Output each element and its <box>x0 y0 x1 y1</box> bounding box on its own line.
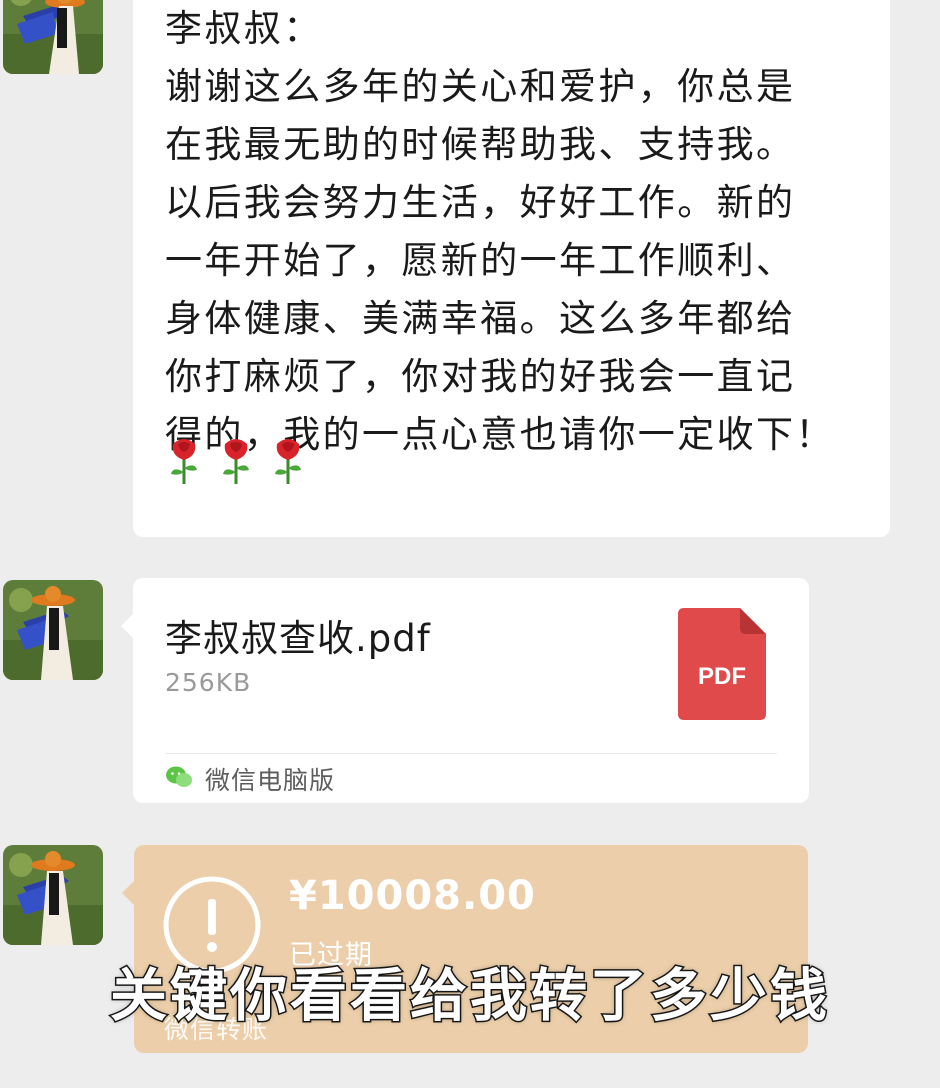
bubble-tail <box>121 614 133 638</box>
file-size: 256KB <box>165 668 252 697</box>
message-line: 在我最无助的时候帮助我、支持我。 <box>165 123 796 166</box>
wechat-icon <box>166 766 192 787</box>
transfer-amount: ¥10008.00 <box>289 873 536 919</box>
pdf-file-icon: PDF <box>678 608 766 720</box>
rose-emoji-icon <box>275 439 301 484</box>
file-name: 李叔叔查收.pdf <box>165 617 431 660</box>
message-line: 身体健康、美满幸福。这么多年都给 <box>165 297 796 340</box>
file-message-bubble[interactable]: 李叔叔查收.pdf 256KB PDF 微信电脑版 <box>121 578 809 803</box>
sender-avatar[interactable] <box>3 0 103 74</box>
sender-avatar[interactable] <box>3 580 103 680</box>
message-line: 你打麻烦了，你对我的好我会一直记 <box>165 355 796 398</box>
sender-avatar[interactable] <box>3 845 103 945</box>
message-text: 李叔叔： 谢谢这么多年的关心和爱护，你总是 在我最无助的时候帮助我、支持我。 以… <box>165 0 865 464</box>
message-line: 谢谢这么多年的关心和爱护，你总是 <box>165 65 796 108</box>
text-message-bubble[interactable]: 李叔叔： 谢谢这么多年的关心和爱护，你总是 在我最无助的时候帮助我、支持我。 以… <box>133 0 890 537</box>
rose-emoji-icon <box>171 439 197 484</box>
message-line: 以后我会努力生活，好好工作。新的 <box>165 181 796 224</box>
rose-emoji-icon <box>223 439 249 484</box>
message-line: 李叔叔： <box>165 7 323 50</box>
emoji-row <box>165 436 307 486</box>
bubble-tail <box>122 881 134 905</box>
video-subtitle: 关键你看看给我转了多少钱 <box>109 962 830 1031</box>
pdf-icon-label: PDF <box>698 663 746 690</box>
divider <box>165 753 777 754</box>
message-line: 一年开始了，愿新的一年工作顺利、 <box>165 239 796 282</box>
source-label: 微信电脑版 <box>205 766 336 795</box>
